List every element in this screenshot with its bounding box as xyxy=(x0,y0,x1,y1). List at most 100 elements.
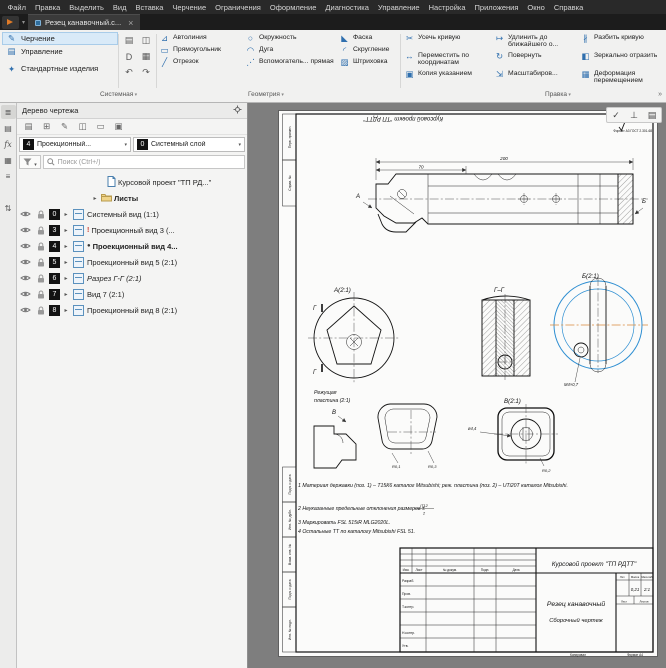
mode-button[interactable]: ✎ Черчение xyxy=(2,32,118,45)
menu-item[interactable]: Приложения xyxy=(470,2,523,13)
tool-button[interactable]: ↦ Удлинить до ближайшего о... xyxy=(493,32,577,50)
history-icon[interactable]: ⇅ xyxy=(1,201,16,215)
expander-icon[interactable] xyxy=(62,275,70,282)
add-view-icon[interactable]: ⊞ xyxy=(39,120,54,133)
group-label-system[interactable]: Системная xyxy=(100,91,137,98)
view-number-badge[interactable]: 6 xyxy=(49,273,60,284)
tool-button[interactable]: ◧ Зеркально отразить xyxy=(579,50,663,68)
tool-button[interactable]: ↻ Повернуть xyxy=(493,50,577,68)
tree-item-sheets[interactable]: Листы xyxy=(17,190,247,206)
confirm-icon[interactable]: ✓ xyxy=(607,108,625,122)
lock-icon[interactable] xyxy=(34,258,47,267)
menu-item[interactable]: Выделить xyxy=(65,2,109,13)
mode-button[interactable]: ✦ Стандартные изделия xyxy=(2,58,118,80)
drawing-canvas[interactable]: Перв. примен. Справ. № Подп. и дата Инв.… xyxy=(248,103,666,668)
structure-icon[interactable]: ▤ xyxy=(21,120,36,133)
menu-icon[interactable]: ≡ xyxy=(1,169,16,183)
tool-button[interactable]: ✂ Усечь кривую xyxy=(403,32,491,50)
drawing-tree-icon[interactable]: ≣ xyxy=(1,105,16,119)
tool-button[interactable]: ╱ Отрезок xyxy=(158,56,242,68)
menu-item[interactable]: Настройка xyxy=(424,2,470,13)
app-logo[interactable] xyxy=(2,16,19,29)
tree-item-view[interactable]: 4 ● Проекционный вид 4... xyxy=(17,238,247,254)
tool-button[interactable]: ⋰ Вспомогатель... прямая xyxy=(244,56,336,68)
eye-icon[interactable] xyxy=(19,258,32,266)
document-tab[interactable]: Резец канавочный.c... × xyxy=(28,14,140,30)
menu-item[interactable]: Файл xyxy=(3,2,30,13)
lock-icon[interactable] xyxy=(34,210,47,219)
tree-item-project[interactable]: Курсовой проект "ТП РД..." xyxy=(17,174,247,190)
layers-icon[interactable]: ▦ xyxy=(1,153,16,167)
parameters-icon[interactable]: ▤ xyxy=(1,121,16,135)
close-icon[interactable]: × xyxy=(128,18,133,28)
chevron-down-icon[interactable] xyxy=(19,19,28,26)
tool-button[interactable]: ◠ Дуга xyxy=(244,44,336,56)
expander-icon[interactable] xyxy=(91,195,99,202)
preview-icon[interactable]: ◫ xyxy=(138,33,154,48)
tool-button[interactable]: ∦ Разбить кривую xyxy=(579,32,663,50)
view-number-badge[interactable]: 3 xyxy=(49,225,60,236)
current-layer-combo[interactable]: 0 Системный слой xyxy=(133,137,245,152)
expander-icon[interactable] xyxy=(62,211,70,218)
eye-icon[interactable] xyxy=(19,242,32,250)
lock-icon[interactable] xyxy=(34,274,47,283)
tool-button[interactable]: ○ Окружность xyxy=(244,32,336,44)
tree-item-view[interactable]: 6 Разрез Г-Г (2:1) xyxy=(17,270,247,286)
tree-item-view[interactable]: 3 ! Проекционный вид 3 (... xyxy=(17,222,247,238)
view-number-badge[interactable]: 4 xyxy=(49,241,60,252)
current-view-combo[interactable]: 4 Проекционный... xyxy=(19,137,131,152)
tree-item-view[interactable]: 7 Вид 7 (2:1) xyxy=(17,286,247,302)
menu-item[interactable]: Ограничения xyxy=(211,2,266,13)
lock-icon[interactable] xyxy=(34,242,47,251)
lock-icon[interactable] xyxy=(34,290,47,299)
expander-icon[interactable] xyxy=(62,307,70,314)
edit-view-icon[interactable]: ✎ xyxy=(57,120,72,133)
menu-item[interactable]: Вставка xyxy=(131,2,168,13)
view-number-badge[interactable]: 7 xyxy=(49,289,60,300)
eye-icon[interactable] xyxy=(19,210,32,218)
orientation-icon[interactable]: ⊥ xyxy=(625,108,643,122)
tool-button[interactable]: ▭ Прямоугольник xyxy=(158,44,242,56)
frame-icon[interactable]: ▭ xyxy=(93,120,108,133)
tool-button[interactable]: ▦ Деформация перемещением xyxy=(579,68,663,86)
undo-icon[interactable]: ↶ xyxy=(121,65,137,80)
tool-button[interactable]: ↔ Переместить по координатам xyxy=(403,50,491,68)
menu-item[interactable]: Оформление xyxy=(265,2,321,13)
menu-item[interactable]: Окно xyxy=(523,2,549,13)
tree-item-view[interactable]: 8 Проекционный вид 8 (2:1) xyxy=(17,302,247,318)
group-label-edit[interactable]: Правка xyxy=(545,91,571,98)
expander-icon[interactable] xyxy=(62,291,70,298)
solid-icon[interactable]: ▣ xyxy=(111,120,126,133)
lock-icon[interactable] xyxy=(34,226,47,235)
menu-item[interactable]: Диагностика xyxy=(321,2,373,13)
print-icon[interactable]: ▤ xyxy=(121,33,137,48)
menu-item[interactable]: Справка xyxy=(549,2,587,13)
specification-icon[interactable]: D xyxy=(121,49,137,64)
search-box[interactable] xyxy=(43,155,245,169)
drawing-sheet[interactable]: Перв. примен. Справ. № Подп. и дата Инв.… xyxy=(278,110,658,657)
gear-icon[interactable] xyxy=(233,105,242,116)
tool-button[interactable]: ◣ Фаска xyxy=(338,32,400,44)
mode-button[interactable]: ▤ Управление xyxy=(2,45,118,58)
eye-icon[interactable] xyxy=(19,226,32,234)
tool-button[interactable]: ⊿ Автолиния xyxy=(158,32,242,44)
expander-icon[interactable] xyxy=(62,243,70,250)
windows-icon[interactable]: ◫ xyxy=(75,120,90,133)
view-number-badge[interactable]: 8 xyxy=(49,305,60,316)
variables-icon[interactable]: fx xyxy=(1,137,16,151)
redo-icon[interactable]: ↷ xyxy=(138,65,154,80)
menu-item[interactable]: Управление xyxy=(373,2,424,13)
group-label-geometry[interactable]: Геометрия xyxy=(248,91,284,98)
sheet-settings-icon[interactable]: ▤ xyxy=(643,108,661,122)
tool-button[interactable]: ▨ Штриховка xyxy=(338,56,400,68)
search-input[interactable] xyxy=(58,159,241,166)
ribbon-overflow-icon[interactable] xyxy=(658,91,662,98)
menu-item[interactable]: Черчение xyxy=(168,2,211,13)
eye-icon[interactable] xyxy=(19,306,32,314)
tree-item-view[interactable]: 5 Проекционный вид 5 (2:1) xyxy=(17,254,247,270)
expander-icon[interactable] xyxy=(62,259,70,266)
eye-icon[interactable] xyxy=(19,274,32,282)
filter-button[interactable] xyxy=(19,155,41,169)
view-number-badge[interactable]: 0 xyxy=(49,209,60,220)
menu-item[interactable]: Вид xyxy=(108,2,131,13)
